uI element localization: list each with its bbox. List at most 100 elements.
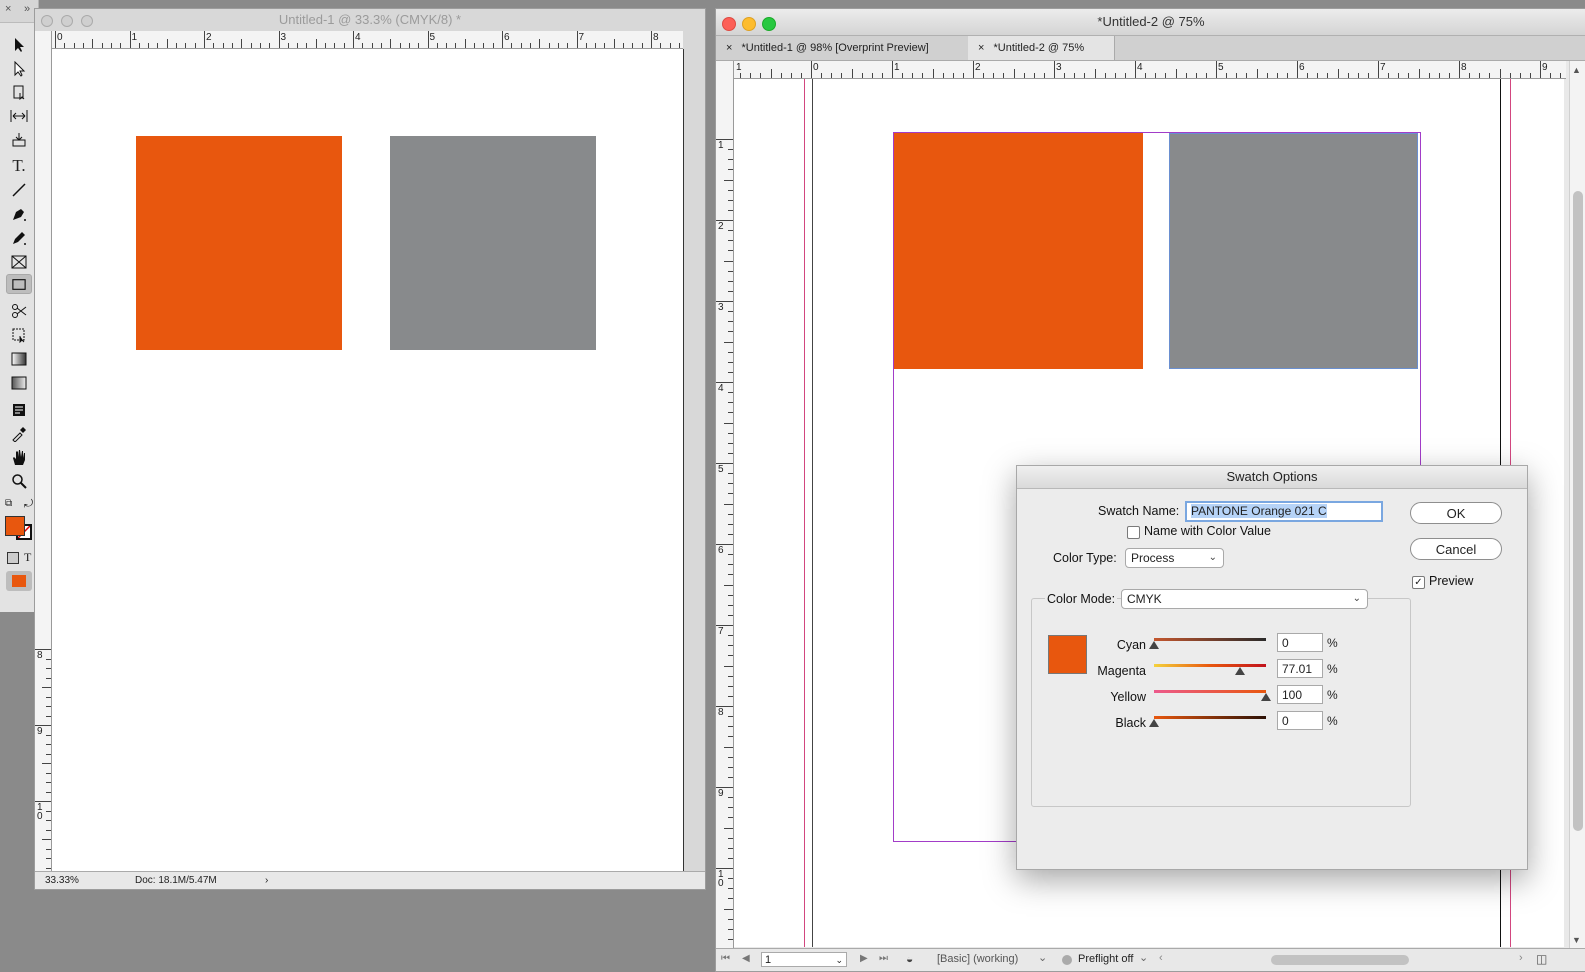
magenta-slider-thumb[interactable]	[1235, 667, 1246, 675]
formatting-container-icon[interactable]	[7, 552, 19, 564]
cyan-slider-thumb[interactable]	[1149, 641, 1159, 649]
selection-tool-icon[interactable]	[6, 34, 32, 56]
horizontal-ruler[interactable]: 1 0 1 2 3 4 5 6 7 8 9	[734, 61, 1566, 79]
chevron-down-icon[interactable]: ⌄	[835, 953, 843, 968]
zoom-tool-icon[interactable]	[6, 470, 32, 492]
first-page-icon[interactable]: ⏮	[721, 953, 730, 964]
ruler-minor-tick	[728, 270, 733, 272]
formatting-text-icon[interactable]: T	[24, 550, 31, 565]
minimize-window-button[interactable]	[742, 17, 756, 31]
content-collector-tool-icon[interactable]	[6, 129, 32, 151]
status-menu-arrow-icon[interactable]: ›	[265, 872, 268, 889]
close-icon[interactable]: ×	[5, 3, 11, 15]
zoom-window-button[interactable]	[762, 17, 776, 31]
ruler-major-tick	[1135, 61, 1136, 78]
ruler-minor-tick	[46, 706, 51, 707]
default-fill-stroke-icon[interactable]: ⧉	[5, 498, 12, 509]
scroll-right-icon[interactable]: ›	[1519, 952, 1523, 964]
open-page-icon[interactable]: ◒	[906, 952, 913, 966]
yellow-value-input[interactable]: 100	[1277, 685, 1323, 704]
close-tab-icon[interactable]: ×	[978, 42, 984, 54]
page-tool-icon[interactable]	[6, 81, 32, 103]
preflight-status[interactable]: Preflight off	[1078, 953, 1133, 965]
previous-page-icon[interactable]: ◀	[742, 953, 750, 964]
ruler-minor-tick	[1205, 73, 1207, 78]
direct-selection-tool-icon[interactable]	[6, 58, 32, 80]
ruler-label: 1 0	[37, 802, 43, 822]
ok-button[interactable]: OK	[1410, 502, 1502, 524]
vertical-ruler[interactable]: 1 2 3 4 5 6 7 8 9 1 0	[716, 61, 734, 949]
hand-tool-icon[interactable]	[6, 446, 32, 468]
gray-rectangle[interactable]	[390, 136, 596, 350]
fill-swatch[interactable]	[5, 516, 25, 536]
black-slider-thumb[interactable]	[1149, 719, 1159, 727]
minimize-window-button[interactable]	[61, 15, 73, 27]
ruler-minor-tick	[728, 614, 733, 616]
ruler-minor-tick	[1519, 73, 1521, 78]
scroll-thumb[interactable]	[1573, 191, 1583, 831]
swatch-name-input[interactable]: PANTONE Orange 021 C	[1185, 501, 1383, 522]
preview-checkbox[interactable]: ✓	[1412, 576, 1425, 589]
black-slider[interactable]	[1154, 716, 1266, 719]
rectangle-tool-icon[interactable]	[6, 274, 32, 294]
ruler-minor-tick	[595, 43, 597, 48]
close-tab-icon[interactable]: ×	[726, 42, 732, 54]
type-tool-icon[interactable]: T.	[6, 155, 32, 177]
tab-untitled-2[interactable]: × *Untitled-2 @ 75%	[968, 36, 1115, 60]
ruler-minor-tick	[250, 43, 252, 48]
rectangle-frame-tool-icon[interactable]	[6, 251, 32, 273]
scroll-up-icon[interactable]: ▲	[1572, 65, 1581, 75]
name-with-color-value-checkbox[interactable]	[1127, 526, 1140, 539]
yellow-slider-thumb[interactable]	[1261, 693, 1271, 701]
ruler-minor-tick	[728, 199, 733, 201]
scissors-tool-icon[interactable]	[6, 300, 32, 322]
page-number-field[interactable]: 1 ⌄	[761, 952, 847, 967]
vertical-scrollbar[interactable]: ▲ ▼	[1569, 61, 1585, 949]
ruler-minor-tick	[728, 554, 733, 556]
cyan-slider[interactable]	[1154, 638, 1266, 641]
ruler-minor-tick	[724, 908, 733, 910]
gap-tool-icon[interactable]	[6, 105, 32, 127]
gradient-swatch-tool-icon[interactable]	[6, 348, 32, 370]
scroll-down-icon[interactable]: ▼	[1572, 935, 1581, 945]
chevron-down-icon[interactable]: ⌄	[1139, 951, 1148, 964]
eyedropper-tool-icon[interactable]	[6, 423, 32, 445]
magenta-slider[interactable]	[1154, 664, 1266, 667]
orange-rectangle[interactable]	[894, 133, 1143, 369]
orange-rectangle[interactable]	[136, 136, 342, 350]
collapse-icon[interactable]: »	[24, 3, 30, 15]
horizontal-scroll-thumb[interactable]	[1271, 955, 1409, 965]
pen-tool-icon[interactable]	[6, 203, 32, 225]
line-tool-icon[interactable]	[6, 179, 32, 201]
style-preset[interactable]: [Basic] (working)	[937, 953, 1018, 965]
pencil-tool-icon[interactable]	[6, 227, 32, 249]
cancel-button[interactable]: Cancel	[1410, 538, 1502, 560]
color-type-select[interactable]: Process ⌄	[1125, 548, 1224, 568]
document-canvas[interactable]	[52, 49, 684, 872]
gradient-feather-tool-icon[interactable]	[6, 372, 32, 394]
note-tool-icon[interactable]	[6, 399, 32, 421]
chevron-down-icon[interactable]: ⌄	[1038, 951, 1047, 964]
cyan-value-input[interactable]: 0	[1277, 633, 1323, 652]
gray-rectangle[interactable]	[1169, 133, 1418, 369]
scroll-left-icon[interactable]: ‹	[1159, 952, 1163, 964]
horizontal-ruler[interactable]: 0 1 2 3 4 5 6 7 8	[52, 31, 683, 49]
close-window-button[interactable]	[722, 17, 736, 31]
ruler-minor-tick	[728, 807, 733, 809]
yellow-slider[interactable]	[1154, 690, 1266, 693]
tab-untitled-1[interactable]: × *Untitled-1 @ 98% [Overprint Preview]	[716, 36, 969, 60]
zoom-window-button[interactable]	[81, 15, 93, 27]
swap-fill-stroke-icon[interactable]: ⤾	[24, 498, 33, 511]
free-transform-tool-icon[interactable]	[6, 324, 32, 346]
zoom-level[interactable]: 33.33%	[45, 872, 79, 889]
ruler-minor-tick	[1276, 73, 1278, 78]
color-mode-select[interactable]: CMYK ⌄	[1121, 589, 1368, 609]
magenta-value-input[interactable]: 77.01	[1277, 659, 1323, 678]
next-page-icon[interactable]: ▶	[860, 953, 868, 964]
vertical-ruler[interactable]: 8 9 1 0	[35, 31, 52, 871]
normal-view-mode-button[interactable]	[6, 571, 32, 591]
close-window-button[interactable]	[41, 15, 53, 27]
last-page-icon[interactable]: ⏭	[879, 953, 888, 964]
split-layout-icon[interactable]: ◫	[1536, 952, 1547, 966]
black-value-input[interactable]: 0	[1277, 711, 1323, 730]
